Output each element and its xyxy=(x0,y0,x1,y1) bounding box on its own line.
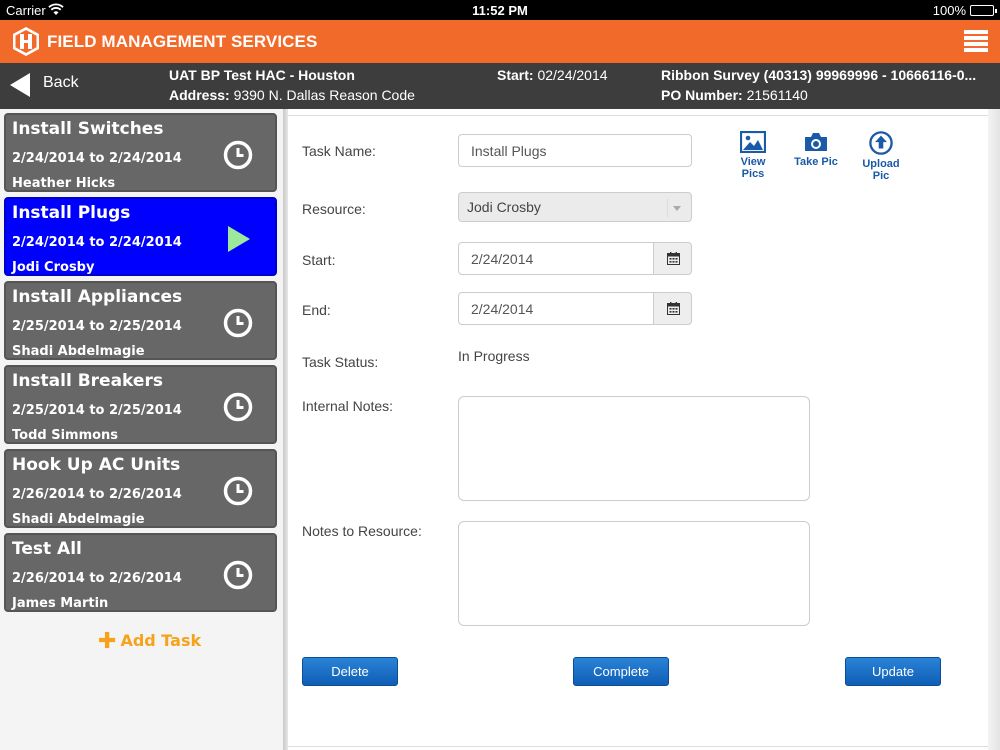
battery-percentage: 100% xyxy=(932,3,966,18)
chevron-down-icon xyxy=(667,199,685,218)
task-name: Install Appliances xyxy=(12,287,183,307)
task-card[interactable]: Install Switches 2/24/2014 to 2/24/2014 … xyxy=(4,113,277,192)
end-calendar-button[interactable] xyxy=(653,292,692,325)
add-task-button[interactable]: ✚ Add Task xyxy=(98,629,201,654)
view-pics-label: View Pics xyxy=(740,156,766,180)
upload-icon xyxy=(869,131,893,155)
top-rule xyxy=(288,115,988,116)
task-dates: 2/24/2014 to 2/24/2014 xyxy=(12,151,182,166)
header-start-info: Start: 02/24/2014 xyxy=(497,65,608,85)
task-resource: Shadi Abdelmagie xyxy=(12,512,145,527)
complete-button[interactable]: Complete xyxy=(573,657,669,686)
clock-icon xyxy=(223,140,253,170)
end-date-input[interactable]: 2/24/2014 xyxy=(458,292,654,325)
notes-to-resource-input[interactable] xyxy=(458,521,810,626)
back-arrow-icon xyxy=(10,73,30,97)
po-value: 21561140 xyxy=(746,87,808,103)
task-resource: Todd Simmons xyxy=(12,428,119,443)
plus-icon: ✚ xyxy=(98,629,117,654)
task-card[interactable]: Test All 2/26/2014 to 2/26/2014 James Ma… xyxy=(4,533,277,612)
task-name-input[interactable]: Install Plugs xyxy=(458,134,692,167)
clock-icon xyxy=(223,560,253,590)
delete-button[interactable]: Delete xyxy=(302,657,398,686)
battery-icon xyxy=(970,5,997,16)
task-resource: James Martin xyxy=(12,596,109,611)
task-status-value: In Progress xyxy=(458,348,530,364)
start-calendar-button[interactable] xyxy=(653,242,692,275)
clock-icon xyxy=(223,308,253,338)
clock-icon xyxy=(223,476,253,506)
start-value: 02/24/2014 xyxy=(537,67,608,83)
resource-label: Resource: xyxy=(302,201,366,217)
task-name: Hook Up AC Units xyxy=(12,455,181,475)
calendar-icon xyxy=(667,252,680,265)
bottom-rule xyxy=(288,746,988,747)
take-pic-label: Take Pic xyxy=(794,156,838,168)
task-resource: Shadi Abdelmagie xyxy=(12,344,145,359)
task-name-value: Install Plugs xyxy=(471,143,547,159)
hamburger-menu-icon[interactable] xyxy=(964,30,988,54)
upload-pic-button[interactable]: Upload Pic xyxy=(853,131,909,182)
project-name: UAT BP Test HAC - Houston xyxy=(169,67,355,83)
task-status-label: Task Status: xyxy=(302,354,379,370)
task-name: Test All xyxy=(12,539,82,559)
end-date-value: 2/24/2014 xyxy=(471,301,534,317)
header-project-info: UAT BP Test HAC - Houston Address: 9390 … xyxy=(169,65,415,105)
task-card-active[interactable]: Install Plugs 2/24/2014 to 2/24/2014 Jod… xyxy=(4,197,277,276)
back-button[interactable]: Back xyxy=(0,63,160,109)
task-resource: Jodi Crosby xyxy=(12,260,95,275)
task-dates: 2/25/2014 to 2/25/2014 xyxy=(12,403,182,418)
view-pics-button[interactable]: View Pics xyxy=(728,131,778,180)
back-label: Back xyxy=(43,74,79,91)
take-pic-button[interactable]: Take Pic xyxy=(794,131,838,168)
task-card[interactable]: Hook Up AC Units 2/26/2014 to 2/26/2014 … xyxy=(4,449,277,528)
play-icon xyxy=(223,224,253,254)
survey-name: Ribbon Survey (40313) 99969996 - 1066611… xyxy=(661,67,977,83)
task-dates: 2/26/2014 to 2/26/2014 xyxy=(12,487,182,502)
task-name: Install Breakers xyxy=(12,371,163,391)
app-bar: FIELD MANAGEMENT SERVICES xyxy=(0,20,1000,63)
header-survey-info: Ribbon Survey (40313) 99969996 - 1066611… xyxy=(661,65,976,105)
resource-select[interactable]: Jodi Crosby xyxy=(458,192,692,222)
start-date-value: 2/24/2014 xyxy=(471,251,534,267)
task-name-label: Task Name: xyxy=(302,143,376,159)
task-dates: 2/24/2014 to 2/24/2014 xyxy=(12,235,182,250)
po-label: PO Number: xyxy=(661,87,743,103)
image-icon xyxy=(740,131,766,153)
update-button[interactable]: Update xyxy=(845,657,941,686)
clock-icon xyxy=(223,392,253,422)
panel-edge xyxy=(988,109,1000,750)
end-date-label: End: xyxy=(302,302,331,318)
task-name: Install Switches xyxy=(12,119,164,139)
task-dates: 2/26/2014 to 2/26/2014 xyxy=(12,571,182,586)
task-name: Install Plugs xyxy=(12,203,131,223)
internal-notes-input[interactable] xyxy=(458,396,810,501)
task-card[interactable]: Install Breakers 2/25/2014 to 2/25/2014 … xyxy=(4,365,277,444)
address-label: Address: xyxy=(169,87,230,103)
internal-notes-label: Internal Notes: xyxy=(302,398,394,414)
task-card[interactable]: Install Appliances 2/25/2014 to 2/25/201… xyxy=(4,281,277,360)
camera-icon xyxy=(805,133,827,151)
task-list: Install Switches 2/24/2014 to 2/24/2014 … xyxy=(0,109,283,750)
upload-pic-label: Upload Pic xyxy=(862,158,900,182)
add-task-label: Add Task xyxy=(120,631,202,650)
address-value: 9390 N. Dallas Reason Code xyxy=(233,87,415,103)
task-resource: Heather Hicks xyxy=(12,176,116,191)
resource-value: Jodi Crosby xyxy=(467,199,541,215)
status-bar: Carrier 11:52 PM 100% xyxy=(0,0,1000,20)
notes-to-resource-label: Notes to Resource: xyxy=(302,523,422,539)
app-title: FIELD MANAGEMENT SERVICES xyxy=(47,32,318,51)
job-header: Back UAT BP Test HAC - Houston Address: … xyxy=(0,63,1000,109)
start-label: Start: xyxy=(497,67,534,83)
calendar-icon xyxy=(667,302,680,315)
clock-time: 11:52 PM xyxy=(472,3,528,18)
task-detail-panel: Task Name: Install Plugs Resource: Jodi … xyxy=(288,109,1000,750)
start-date-input[interactable]: 2/24/2014 xyxy=(458,242,654,275)
task-dates: 2/25/2014 to 2/25/2014 xyxy=(12,319,182,334)
app-logo-icon xyxy=(11,26,41,57)
start-date-label: Start: xyxy=(302,252,336,268)
